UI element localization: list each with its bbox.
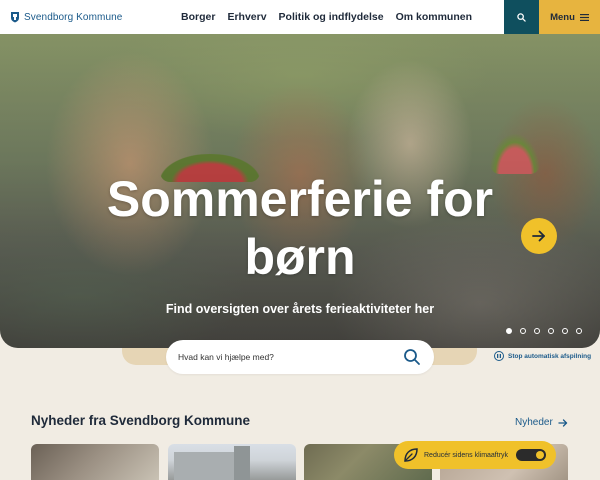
news-card[interactable] [31, 444, 159, 480]
toggle-switch[interactable] [516, 449, 546, 461]
card-building [234, 446, 250, 480]
crest-icon [11, 12, 19, 23]
carousel-dot[interactable] [576, 328, 582, 334]
site-logo[interactable]: Svendborg Kommune [10, 11, 160, 23]
carousel-dot[interactable] [506, 328, 512, 334]
carousel-dot[interactable] [548, 328, 554, 334]
search-icon [517, 12, 526, 22]
climate-toggle[interactable]: Reducér sidens klimaaftryk [394, 441, 556, 469]
arrow-right-icon [558, 418, 567, 427]
nav-item-politik[interactable]: Politik og indflydelse [279, 11, 384, 23]
news-link[interactable]: Nyheder [515, 417, 568, 428]
nav-item-borger[interactable]: Borger [181, 11, 215, 23]
news-card[interactable] [168, 444, 296, 480]
search-input[interactable] [178, 352, 388, 362]
hamburger-icon [579, 13, 589, 21]
carousel-dot[interactable] [534, 328, 540, 334]
carousel-dots [506, 328, 590, 334]
hero-subtitle[interactable]: Find oversigten over årets ferieaktivite… [0, 302, 600, 316]
carousel-dot[interactable] [562, 328, 568, 334]
menu-button[interactable]: Menu [539, 0, 600, 34]
card-building [174, 452, 234, 480]
search-icon [404, 349, 420, 365]
nav-item-om-kommunen[interactable]: Om kommunen [396, 11, 472, 23]
search-submit-button[interactable] [403, 348, 421, 366]
menu-label: Menu [550, 11, 575, 23]
carousel-dot[interactable] [520, 328, 526, 334]
hero-carousel: Sommerferie for børn Find oversigten ove… [0, 34, 600, 348]
news-section-title: Nyheder fra Svendborg Kommune [31, 413, 251, 428]
stop-autoplay-button[interactable]: Stop automatisk afspilning [494, 351, 591, 361]
leaf-icon [404, 448, 418, 462]
news-link-label: Nyheder [515, 417, 553, 428]
hero-title-line1: Sommerferie for [106, 171, 494, 227]
climate-label: Reducér sidens klimaaftryk [424, 451, 509, 459]
pause-icon [494, 351, 504, 361]
hero-next-button[interactable] [521, 218, 557, 254]
logo-text: Svendborg Kommune [24, 11, 123, 23]
hero-title-line2: børn [244, 229, 356, 285]
nav-item-erhverv[interactable]: Erhverv [227, 11, 266, 23]
site-search [166, 340, 434, 374]
main-nav: Borger Erhverv Politik og indflydelse Om… [181, 11, 484, 23]
hero-title[interactable]: Sommerferie for børn [0, 170, 600, 286]
arrow-right-icon [532, 230, 545, 242]
header-search-button[interactable] [504, 0, 539, 34]
toggle-knob [536, 451, 544, 459]
stop-autoplay-label: Stop automatisk afspilning [508, 352, 592, 360]
site-header: Svendborg Kommune Borger Erhverv Politik… [0, 0, 600, 34]
